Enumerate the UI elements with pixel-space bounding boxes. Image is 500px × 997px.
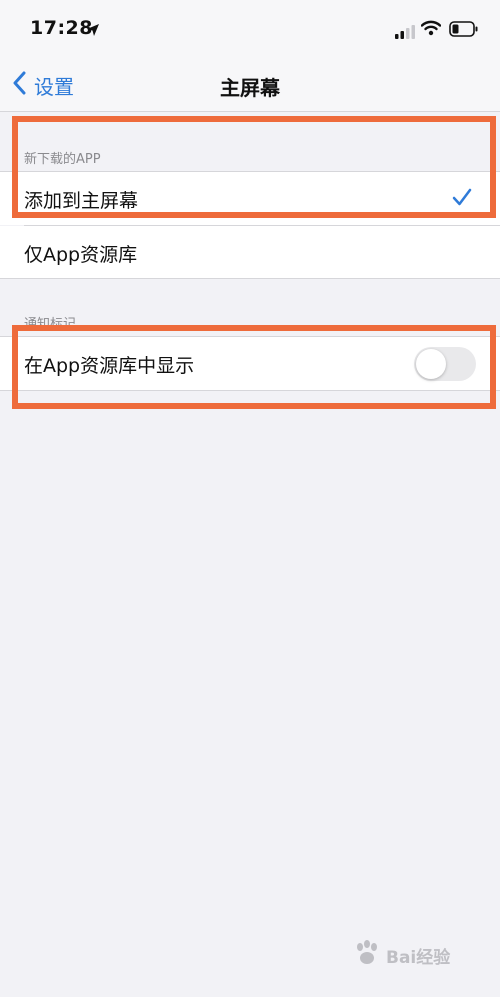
signal-icon bbox=[395, 24, 415, 43]
section-header-new-downloads: 新下载的APP bbox=[24, 152, 101, 167]
watermark-text: Bai经验 bbox=[386, 947, 451, 968]
status-time: 17:28 bbox=[30, 17, 93, 39]
section-header-badges: 通知标记 bbox=[24, 317, 77, 332]
option-app-library-only[interactable]: 仅App资源库 bbox=[0, 226, 500, 279]
wifi-icon bbox=[420, 20, 442, 40]
option-label: 添加到主屏幕 bbox=[24, 190, 139, 212]
status-bar: 17:28 bbox=[0, 0, 500, 58]
watermark: Bai经验 bbox=[352, 930, 492, 980]
checkmark-icon bbox=[452, 188, 472, 210]
show-in-app-library-toggle[interactable] bbox=[414, 347, 476, 381]
show-in-app-library-row: 在App资源库中显示 bbox=[0, 337, 500, 390]
location-arrow-icon bbox=[86, 22, 100, 41]
option-label: 仅App资源库 bbox=[24, 244, 138, 266]
toggle-knob bbox=[416, 349, 446, 379]
navigation-bar: 设置 主屏幕 bbox=[0, 58, 500, 112]
paw-icon bbox=[352, 938, 382, 972]
divider bbox=[0, 278, 500, 279]
battery-icon bbox=[449, 21, 479, 41]
divider bbox=[0, 390, 500, 391]
row-label: 在App资源库中显示 bbox=[24, 355, 195, 377]
option-add-to-home-screen[interactable]: 添加到主屏幕 bbox=[0, 172, 500, 225]
page-title: 主屏幕 bbox=[220, 76, 280, 100]
